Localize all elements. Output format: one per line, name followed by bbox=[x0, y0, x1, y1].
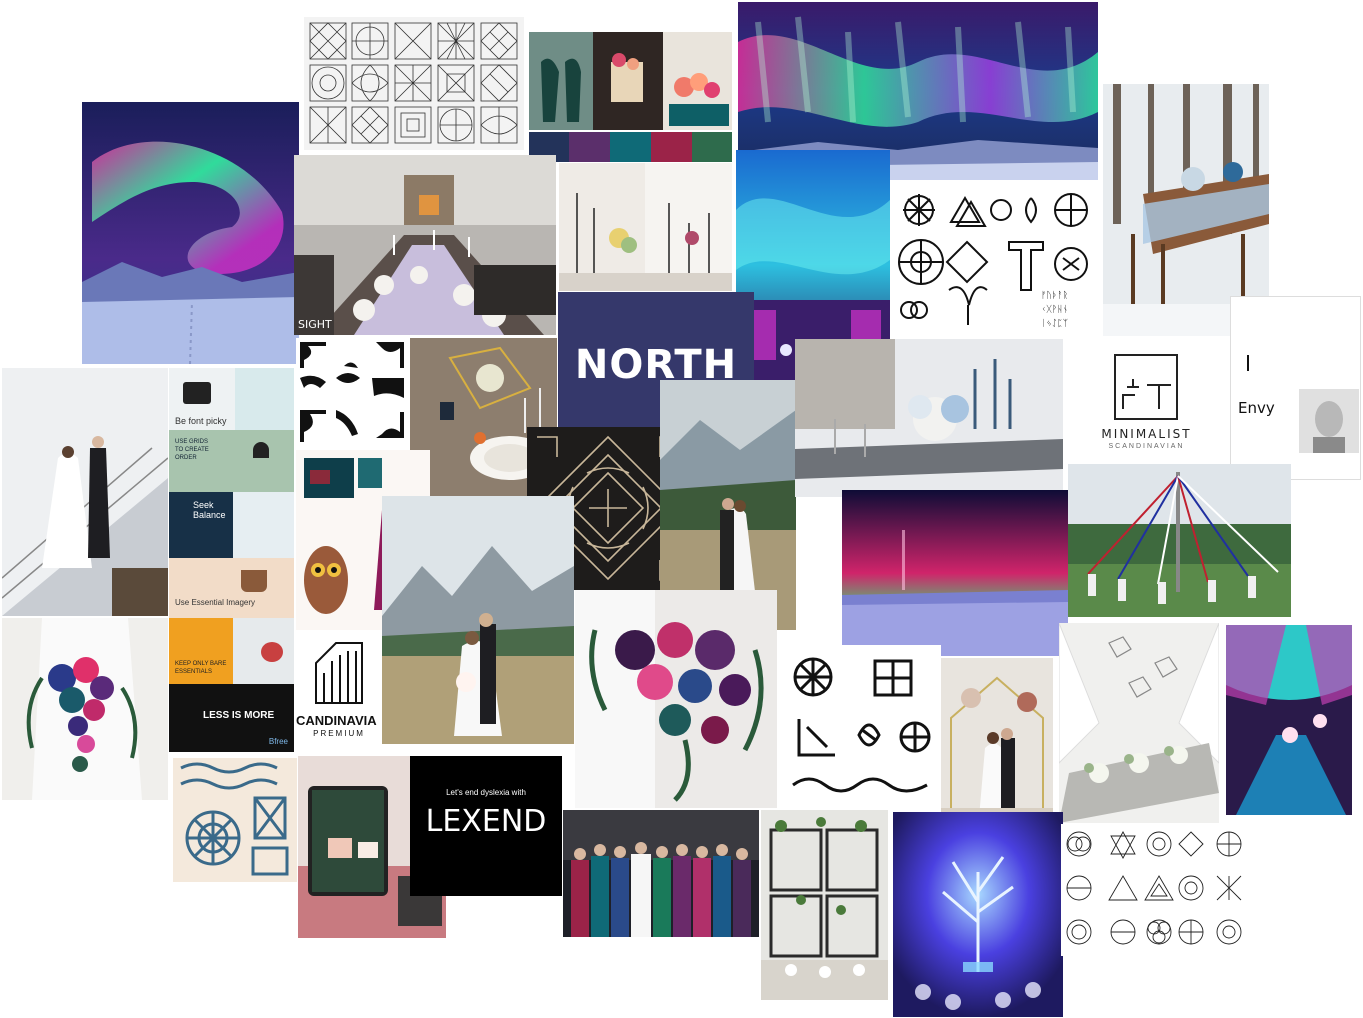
svg-text:ᚠᚢᚦᚨᚱ: ᚠᚢᚦᚨᚱ bbox=[1041, 290, 1068, 301]
corner-ornament-icon bbox=[300, 342, 326, 368]
geometric-line-patterns bbox=[304, 17, 524, 150]
bridesmaids-photo bbox=[563, 810, 759, 937]
scandinavian-subtitle: PREMIUM bbox=[313, 729, 365, 738]
sacred-geometry-icon bbox=[1066, 831, 1092, 857]
lamp-card: USE GRIDS TO CREATE ORDER bbox=[169, 430, 294, 492]
bfree-brand-text: Bfree bbox=[268, 737, 288, 746]
lexend-promo-tile: Let's end dyslexia with LEXEND bbox=[410, 756, 562, 896]
norse-symbol-icon bbox=[903, 194, 935, 226]
svg-text:ᚲᚷᚹᚺᚾ: ᚲᚷᚹᚺᚾ bbox=[1041, 304, 1068, 315]
minimalist-title: MINIMALIST bbox=[1101, 427, 1192, 441]
jewel-bouquet-photo bbox=[2, 618, 168, 800]
celtic-knot-icon bbox=[793, 657, 833, 697]
lexend-wordmark: LEXEND bbox=[425, 804, 547, 839]
svg-text:ᛁᛃᛇᛈᛉ: ᛁᛃᛇᛈᛉ bbox=[1041, 318, 1068, 329]
ceremony-arch-photo bbox=[941, 658, 1053, 828]
jewel-bouquet-closeup bbox=[575, 590, 777, 808]
winter-tablescape-photo bbox=[795, 339, 1063, 497]
use-essential-text: Use Essential Imagery bbox=[175, 598, 256, 607]
envy-bar bbox=[1247, 355, 1249, 371]
norse-symbols-sheet: ᚠᚢᚦᚨᚱ ᚲᚷᚹᚺᚾ ᛁᛃᛇᛈᛉ bbox=[891, 180, 1101, 335]
couple-mountains-photo bbox=[382, 496, 574, 744]
celtic-knots-sheet bbox=[779, 645, 941, 805]
less-is-more-text: LESS IS MORE bbox=[203, 710, 275, 721]
brand-guidelines-board: Be font picky USE GRIDS TO CREATE ORDER … bbox=[169, 368, 294, 752]
use-grids-text: USE GRIDS TO CREATE ORDER bbox=[175, 439, 209, 461]
be-fonts-text: Be font picky bbox=[175, 416, 227, 426]
scandinavian-title: CANDINAVIA bbox=[296, 713, 377, 728]
sight-label: SIGHT bbox=[298, 318, 332, 331]
geometric-pattern-icon bbox=[309, 22, 347, 60]
essentials-card: KEEP ONLY BARE ESSENTIALS bbox=[169, 618, 294, 684]
coffee-card: Use Essential Imagery bbox=[169, 558, 294, 618]
minimalist-scandinavian-logo: MINIMALIST SCANDINAVIAN bbox=[1063, 339, 1230, 471]
aurora-snowfield-photo bbox=[82, 102, 299, 364]
maypole-festival-photo bbox=[1068, 464, 1291, 617]
minimalist-subtitle: SCANDINAVIAN bbox=[1108, 443, 1185, 450]
corner-ornaments-sheet bbox=[296, 338, 409, 446]
sacred-geometry-sheet bbox=[1061, 824, 1249, 956]
teal-purple-reception-photo bbox=[1226, 625, 1352, 815]
white-tent-reception-photo bbox=[1059, 623, 1219, 823]
blue-tree-ballroom-photo bbox=[893, 812, 1063, 1017]
lexend-tagline: Let's end dyslexia with bbox=[446, 788, 526, 797]
typewriter-card: Be font picky bbox=[169, 368, 294, 430]
celtic-blue-knotwork bbox=[173, 758, 297, 882]
greenery-wall-photo bbox=[761, 810, 888, 1000]
balance-card: Seek Balance bbox=[169, 492, 294, 558]
nordic-banquet-photo: SIGHT bbox=[294, 155, 556, 335]
seek-balance-text: Seek Balance bbox=[193, 500, 226, 520]
envy-fashion-card: Envy bbox=[1230, 296, 1361, 480]
less-is-more-card: LESS IS MORE Bfree bbox=[169, 684, 294, 752]
candles-table-photo bbox=[559, 163, 732, 291]
aurora-lake-photo bbox=[842, 490, 1068, 656]
keep-bare-text: KEEP ONLY BARE ESSENTIALS bbox=[175, 661, 227, 675]
bride-staircase-photo bbox=[2, 368, 168, 616]
envy-title: Envy bbox=[1238, 399, 1275, 417]
wedding-details-palette bbox=[529, 32, 732, 162]
scandinavian-premium-logo: CANDINAVIA PREMIUM bbox=[296, 633, 382, 745]
